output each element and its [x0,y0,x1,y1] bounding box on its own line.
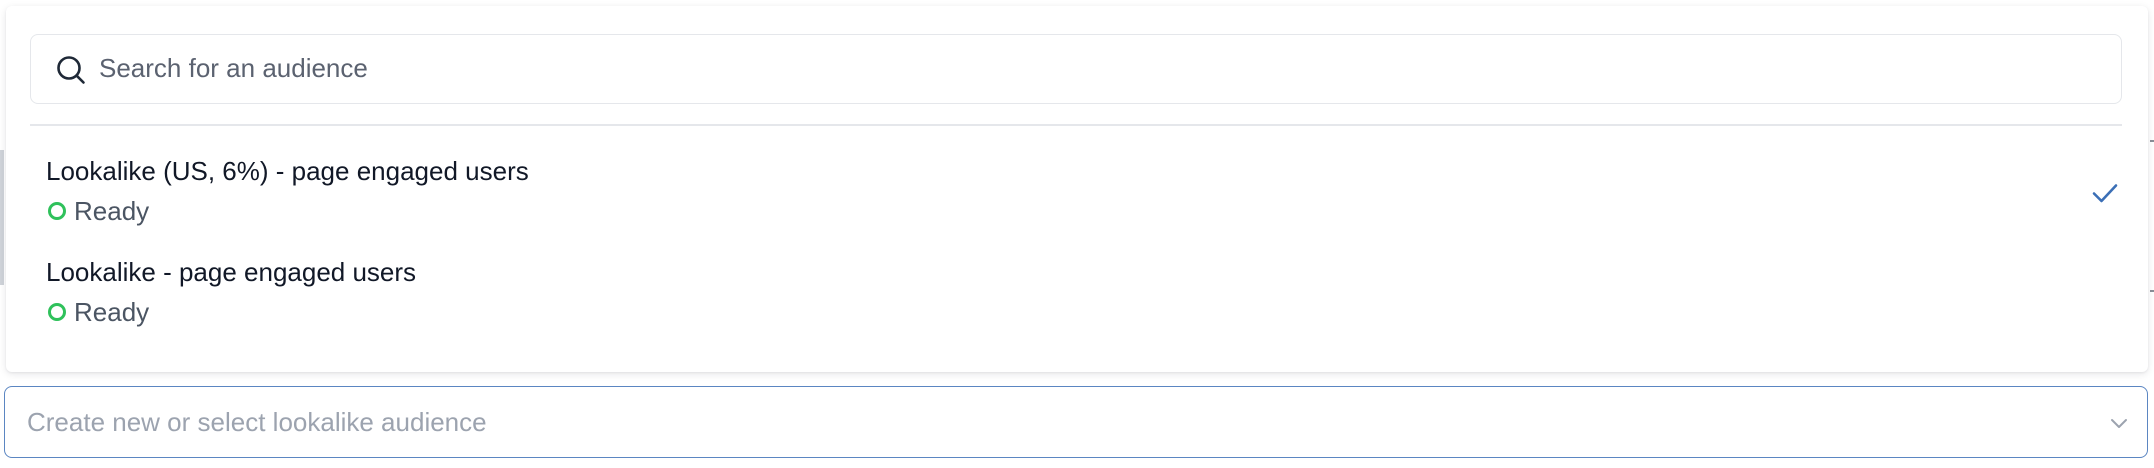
lookalike-audience-select[interactable]: Create new or select lookalike audience [4,386,2148,458]
background-caret-top [2150,140,2154,142]
audience-dropdown-popover: Lookalike (US, 6%) - page engaged users … [6,6,2148,372]
divider [30,124,2122,126]
audience-option[interactable]: Lookalike (US, 6%) - page engaged users … [30,154,2122,250]
status-ready-icon [48,202,66,220]
search-box[interactable] [30,34,2122,104]
status-ready-icon [48,303,66,321]
check-icon [2092,184,2118,203]
option-title: Lookalike (US, 6%) - page engaged users [46,156,529,186]
audience-option[interactable]: Lookalike - page engaged users Ready [30,255,2122,351]
option-title: Lookalike - page engaged users [46,257,417,287]
audience-selector: Lookalike (US, 6%) - page engaged users … [0,0,2154,468]
search-icon [57,56,85,84]
select-placeholder: Create new or select lookalike audience [27,407,487,437]
option-status: Ready [74,196,150,226]
option-status: Ready [74,297,150,327]
chevron-down-icon [2111,419,2127,428]
background-panel-edge [0,150,4,285]
background-caret-bottom [2150,290,2154,292]
search-input[interactable] [99,35,2089,102]
